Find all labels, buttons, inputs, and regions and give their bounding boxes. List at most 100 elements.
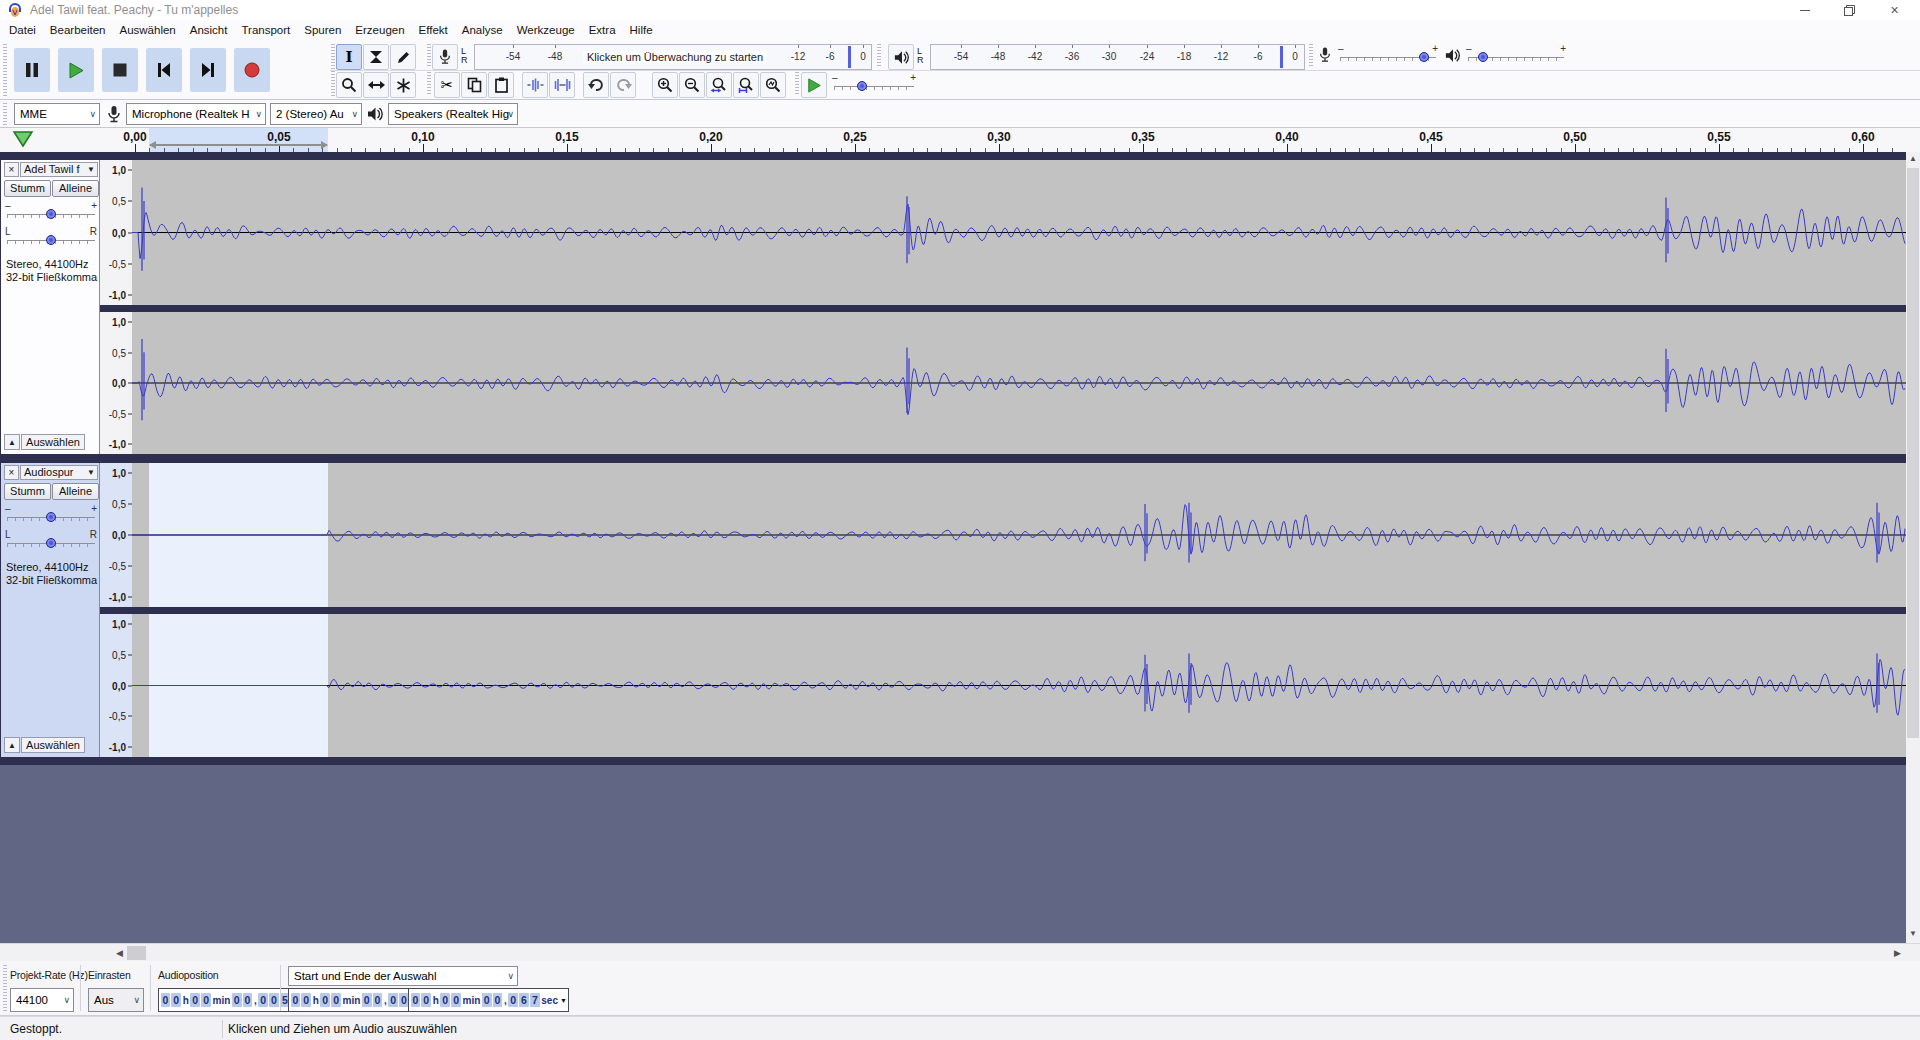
pause-button[interactable] (14, 48, 50, 92)
time-digit[interactable]: 0 (161, 993, 171, 1007)
play-at-speed-grip[interactable] (795, 72, 799, 96)
envelope-tool-button[interactable] (363, 44, 389, 70)
collapse-button[interactable]: ▲ (4, 737, 20, 753)
tools-toolbar-grip[interactable] (331, 44, 335, 97)
time-digit[interactable]: 6 (519, 993, 529, 1007)
time-digit[interactable]: 0 (493, 993, 503, 1007)
time-digit[interactable]: 0 (243, 993, 253, 1007)
time-digit[interactable]: 0 (171, 993, 181, 1007)
menu-bearbeiten[interactable]: Bearbeiten (43, 21, 113, 39)
pan-slider-thumb[interactable] (46, 235, 56, 245)
play-speed-slider-thumb[interactable] (857, 81, 867, 91)
vertical-scroll-thumb[interactable] (1907, 168, 1919, 738)
menu-spuren[interactable]: Spuren (297, 21, 348, 39)
time-digit[interactable]: 7 (530, 993, 540, 1007)
cut-button[interactable]: ✂ (434, 72, 460, 98)
project-rate-select[interactable]: 44100∨ (10, 988, 74, 1012)
time-digit[interactable]: 0 (258, 993, 268, 1007)
time-digit[interactable]: 0 (232, 993, 242, 1007)
pan-slider[interactable]: LR (5, 228, 97, 252)
selection-toolbar-grip[interactable] (3, 965, 7, 1011)
restore-button[interactable] (1827, 0, 1872, 20)
time-digit[interactable]: 0 (301, 993, 311, 1007)
mixer-toolbar-grip[interactable] (1309, 44, 1313, 68)
vertical-scale-ruler[interactable]: 1,00,50,0-0,5-1,0 (100, 160, 132, 305)
waveform-channel[interactable] (132, 312, 1906, 454)
close-button[interactable]: × (1872, 0, 1917, 20)
zoom-tool-button[interactable] (336, 72, 362, 98)
track-select-button[interactable]: Auswählen (21, 434, 85, 450)
time-digit[interactable]: 0 (421, 993, 431, 1007)
waveform-channel[interactable] (132, 463, 1906, 607)
waveform-channel[interactable] (132, 160, 1906, 305)
menu-auswählen[interactable]: Auswählen (112, 21, 182, 39)
time-digit[interactable]: 0 (362, 993, 372, 1007)
selection-mode-select[interactable]: Start und Ende der Auswahl∨ (288, 966, 518, 986)
play-speed-slider[interactable]: –+ (832, 74, 916, 98)
playback-device-select[interactable]: Speakers (Realtek Hig∨ (388, 103, 518, 125)
time-digit[interactable]: 0 (440, 993, 450, 1007)
chevron-down-icon[interactable]: ▼ (560, 997, 567, 1004)
record-meter-button[interactable] (432, 44, 458, 70)
timeline-selection[interactable] (149, 128, 328, 152)
solo-button[interactable]: Alleine (52, 180, 99, 197)
vertical-scrollbar[interactable]: ▲ ▼ (1906, 152, 1920, 943)
draw-tool-button[interactable] (390, 44, 416, 70)
zoomin-button[interactable] (652, 72, 678, 98)
play-at-speed-button[interactable] (801, 72, 827, 98)
prev-button[interactable] (146, 48, 182, 92)
stop-button[interactable] (102, 48, 138, 92)
time-digit[interactable]: 0 (190, 993, 200, 1007)
multi-tool-button[interactable] (390, 72, 416, 98)
meter-monitor-hint[interactable]: Klicken um Überwachung zu starten (583, 51, 767, 63)
fitsel-button[interactable] (706, 72, 732, 98)
time-digit[interactable]: 0 (388, 993, 398, 1007)
playback-meter-bar[interactable]: -54-48-42-36-30-24-18-12-60 (930, 44, 1305, 70)
playback-volume-slider[interactable]: –+ (1466, 45, 1566, 69)
time-digit[interactable]: 0 (291, 993, 301, 1007)
time-digit[interactable]: 0 (269, 993, 279, 1007)
record-button[interactable] (234, 48, 270, 92)
pan-slider[interactable]: LR (5, 531, 97, 555)
playback-meter-grip[interactable] (877, 44, 881, 68)
zoomout-button[interactable] (679, 72, 705, 98)
scroll-down-arrow[interactable]: ▼ (1906, 929, 1920, 938)
menu-effekt[interactable]: Effekt (412, 21, 455, 39)
silence-button[interactable] (549, 72, 575, 98)
vertical-scale-ruler[interactable]: 1,00,50,0-0,5-1,0 (100, 312, 132, 454)
track-close-button[interactable]: × (4, 162, 19, 177)
track-title-menu[interactable]: Audiospur▼ (20, 465, 98, 480)
horizontal-scrollbar[interactable]: ◀ ▶ (0, 943, 1920, 961)
pan-slider-thumb[interactable] (46, 538, 56, 548)
snap-select[interactable]: Aus∨ (88, 988, 144, 1012)
scroll-up-arrow[interactable]: ▲ (1906, 154, 1920, 163)
collapse-button[interactable]: ▲ (4, 434, 20, 450)
audio-host-select[interactable]: MME∨ (14, 103, 100, 125)
recording-device-select[interactable]: Microphone (Realtek H∨ (126, 103, 266, 125)
track-select-button[interactable]: Auswählen (21, 737, 85, 753)
scroll-right-arrow[interactable]: ▶ (1890, 946, 1905, 960)
time-digit[interactable]: 0 (331, 993, 341, 1007)
time-digit[interactable]: 0 (320, 993, 330, 1007)
track-title-menu[interactable]: Adel Tawil f▼ (20, 162, 98, 177)
mute-button[interactable]: Stumm (4, 180, 51, 197)
trim-button[interactable] (522, 72, 548, 98)
gain-slider-thumb[interactable] (46, 512, 56, 522)
solo-button[interactable]: Alleine (52, 483, 99, 500)
vertical-scale-ruler[interactable]: 1,00,50,0-0,5-1,0 (100, 463, 132, 607)
minimize-button[interactable] (1782, 0, 1827, 20)
menu-werkzeuge[interactable]: Werkzeuge (510, 21, 582, 39)
transport-toolbar-grip[interactable] (3, 44, 7, 97)
menu-erzeugen[interactable]: Erzeugen (348, 21, 411, 39)
menu-transport[interactable]: Transport (234, 21, 297, 39)
timeline-ruler[interactable]: 0,000,050,100,150,200,250,300,350,400,45… (0, 128, 1920, 152)
scroll-left-arrow[interactable]: ◀ (112, 946, 127, 960)
playback-meter-button[interactable] (888, 44, 914, 70)
copy-button[interactable] (461, 72, 487, 98)
zoomtoggle-button[interactable] (760, 72, 786, 98)
timeline-pin-icon[interactable] (12, 131, 34, 148)
redo-button[interactable] (610, 72, 636, 98)
waveform-channel[interactable] (132, 614, 1906, 757)
paste-button[interactable] (488, 72, 514, 98)
gain-slider-thumb[interactable] (46, 209, 56, 219)
